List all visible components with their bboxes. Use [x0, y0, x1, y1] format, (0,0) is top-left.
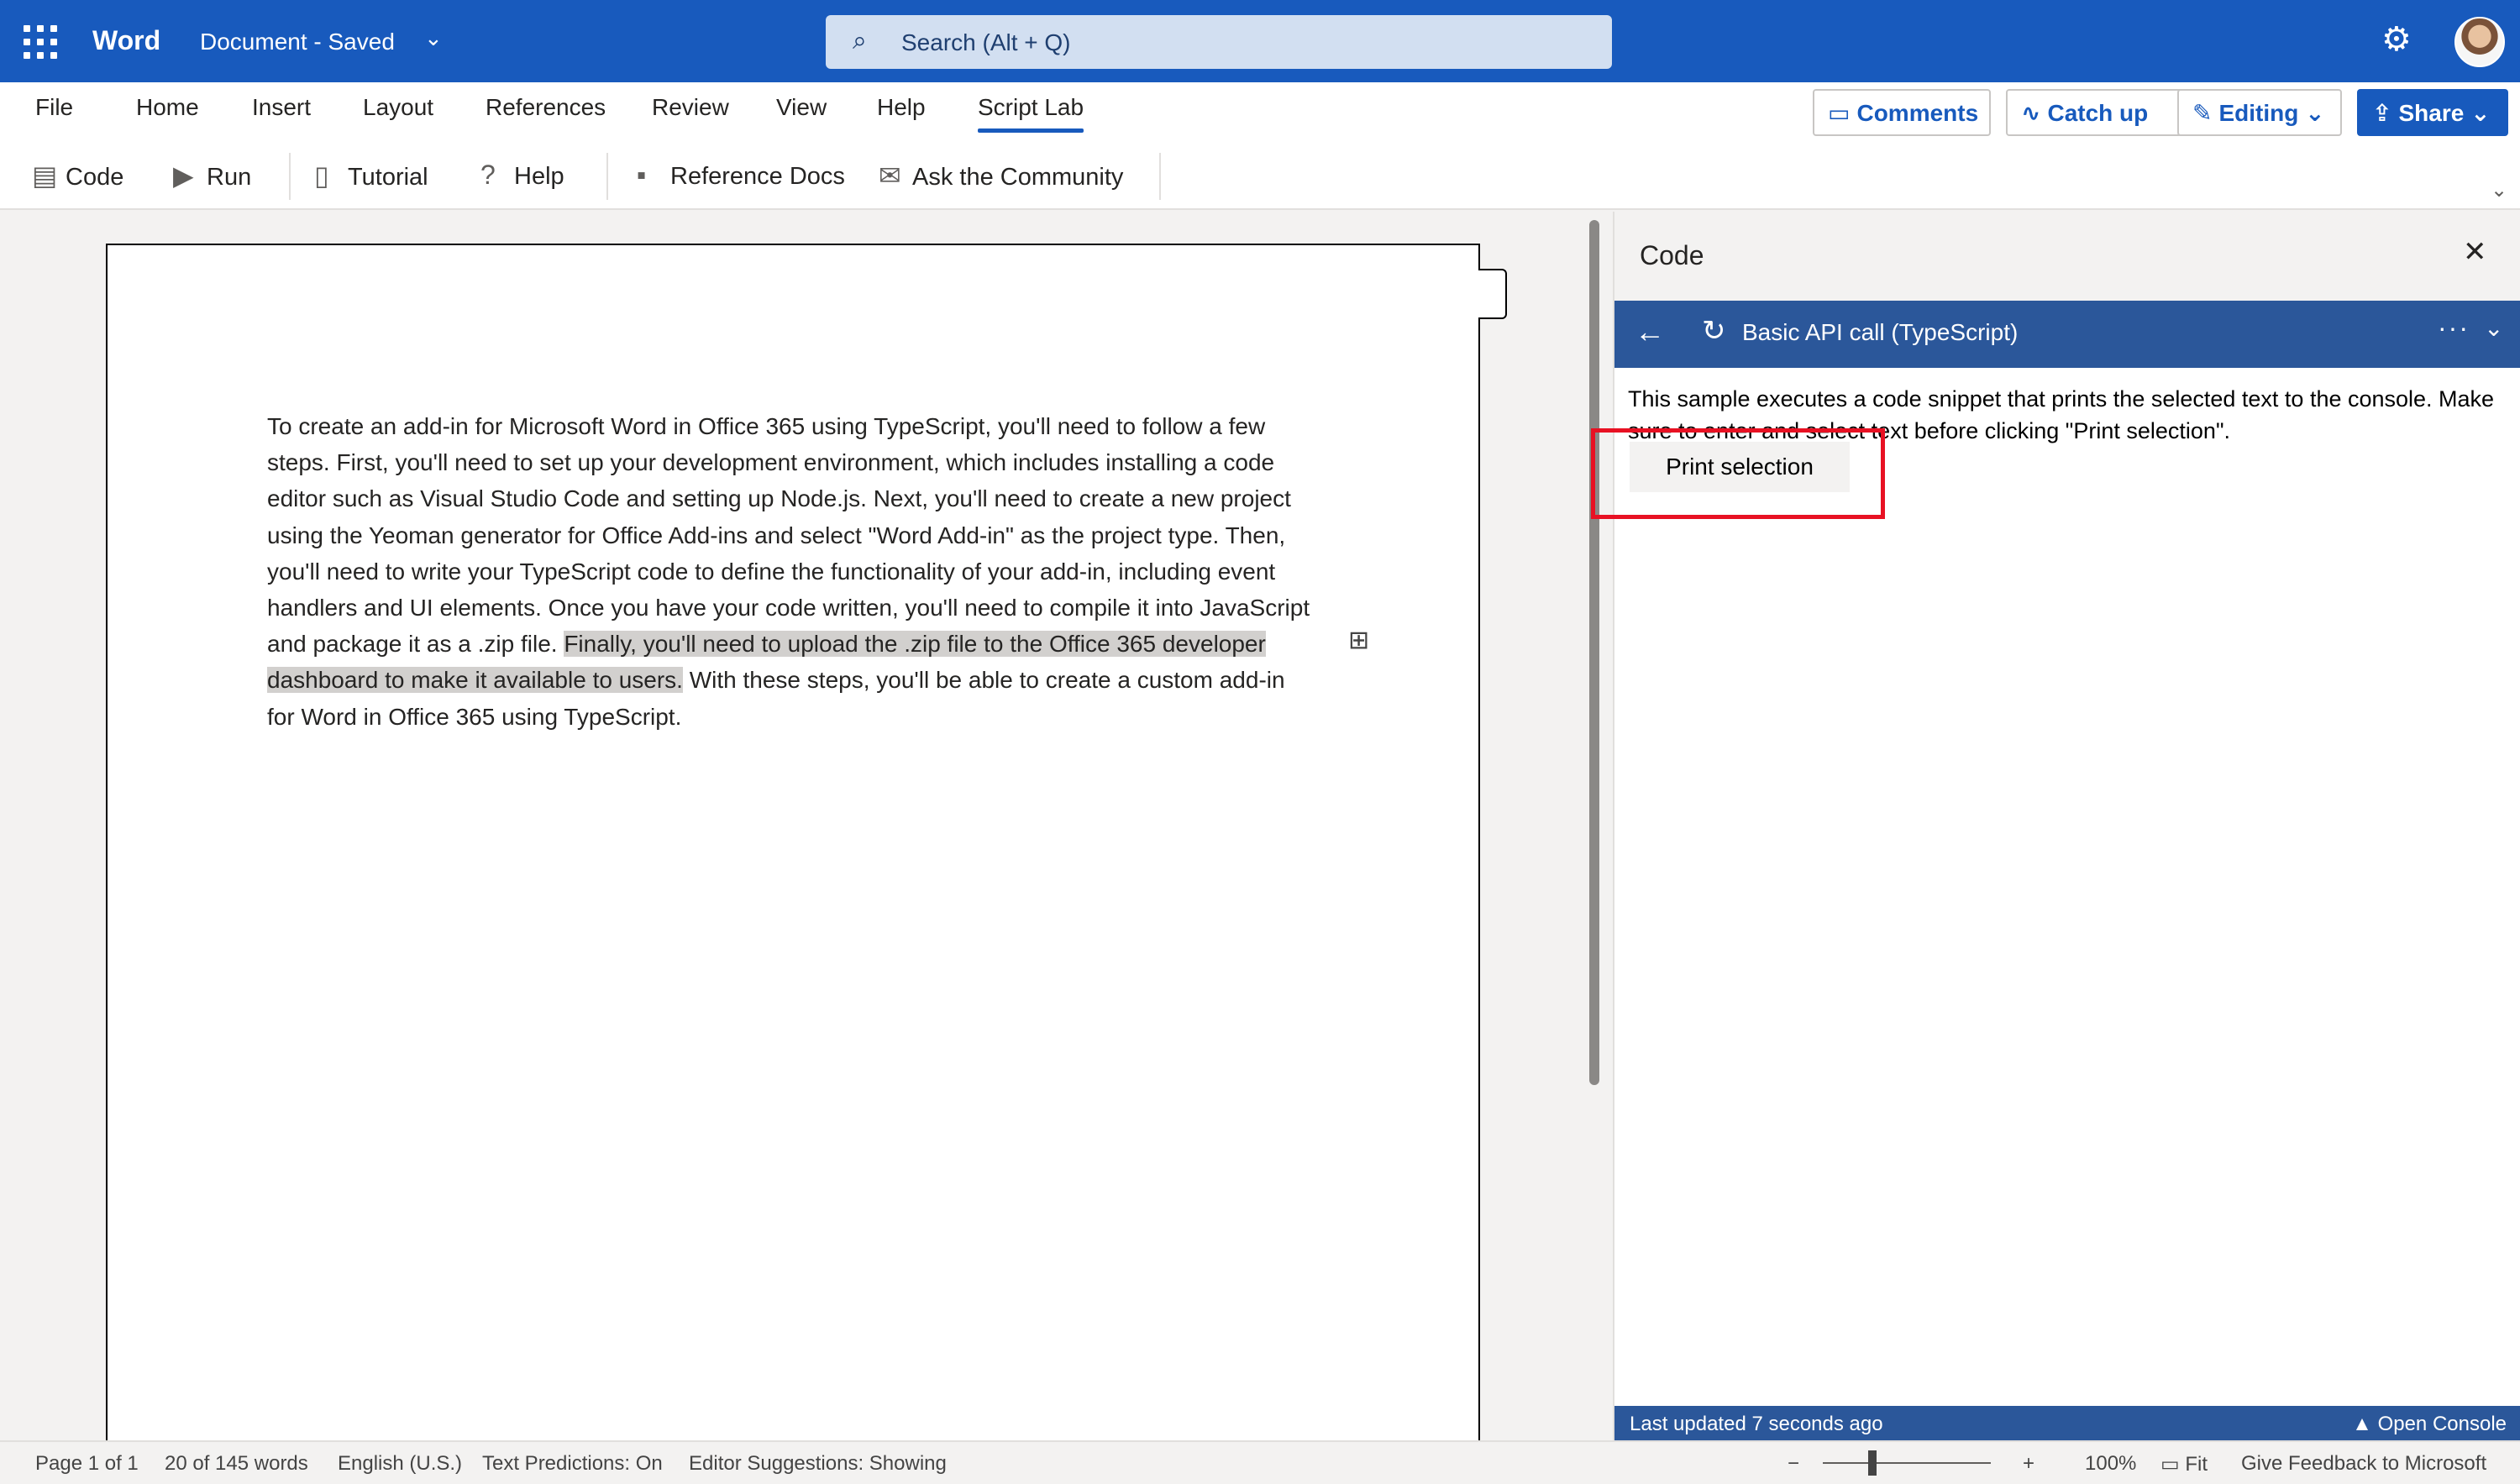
help-label: Help — [514, 163, 564, 190]
chevron-up-icon: ▲ — [2352, 1413, 2378, 1435]
collapse-ribbon-icon[interactable]: ⌄ — [2491, 178, 2507, 202]
fit-icon: ▭ — [2160, 1453, 2186, 1476]
code-icon: ▤ — [32, 160, 58, 191]
close-icon[interactable]: ✕ — [2463, 235, 2487, 269]
help-icon: ? — [480, 160, 496, 190]
reference-docs-label: Reference Docs — [670, 163, 845, 190]
comments-label: Comments — [1856, 100, 1979, 126]
app-name[interactable]: Word — [92, 25, 160, 56]
share-label: Share — [2398, 100, 2465, 126]
zoom-level[interactable]: 100% — [2085, 1452, 2136, 1476]
last-updated-text: Last updated 7 seconds ago — [1630, 1413, 1883, 1435]
tutorial-button[interactable]: ▯ Tutorial — [314, 160, 428, 191]
document-body[interactable]: To create an add-in for Microsoft Word i… — [267, 408, 1317, 735]
book-icon: ▯ — [314, 160, 329, 191]
pencil-icon: ✎ — [2192, 100, 2213, 126]
tab-references[interactable]: References — [486, 94, 606, 121]
document-name[interactable]: Document - Saved — [200, 29, 395, 55]
back-arrow-icon[interactable]: ← — [1635, 314, 1665, 349]
avatar[interactable] — [2454, 17, 2505, 67]
feedback-link[interactable]: Give Feedback to Microsoft — [2241, 1452, 2486, 1476]
open-console-label: Open Console — [2377, 1413, 2507, 1435]
tab-view[interactable]: View — [776, 94, 827, 121]
ribbon: ▤ Code ▶ Run ▯ Tutorial ? Help ▪ Reference Do… — [0, 143, 2520, 210]
page-count[interactable]: Page 1 of 1 — [35, 1452, 139, 1476]
ask-community-label: Ask the Community — [912, 164, 1124, 191]
plus-icon[interactable]: + — [2023, 1452, 2034, 1476]
run-button[interactable]: ▶ Run — [173, 160, 251, 191]
editing-label: Editing — [2218, 100, 2299, 126]
word-count[interactable]: 20 of 145 words — [165, 1452, 308, 1476]
tab-review[interactable]: Review — [652, 94, 729, 121]
search-icon: ⌕ — [853, 27, 867, 55]
fit-button[interactable]: ▭ Fit — [2160, 1452, 2208, 1476]
tab-home[interactable]: Home — [136, 94, 199, 121]
comments-button[interactable]: ▭ Comments — [1813, 89, 1991, 136]
ribbon-divider — [289, 153, 291, 200]
tab-script-lab[interactable]: Script Lab — [978, 94, 1084, 133]
catch-up-button[interactable]: ∿ Catch up — [2006, 89, 2187, 136]
help-button[interactable]: ? Help — [480, 160, 564, 191]
comment-icon[interactable]: ⊞ — [1348, 626, 1369, 655]
text-predictions[interactable]: Text Predictions: On — [482, 1452, 663, 1476]
pane-footer: Last updated 7 seconds ago ▲ Open Consol… — [1614, 1406, 2520, 1440]
zoom-slider-thumb[interactable] — [1868, 1450, 1877, 1476]
document-text: To create an add-in for Microsoft Word i… — [267, 413, 1310, 658]
code-label: Code — [66, 164, 124, 191]
ask-community-button[interactable]: ✉ Ask the Community — [879, 160, 1123, 191]
comment-icon: ▭ — [1828, 100, 1851, 126]
language[interactable]: English (U.S.) — [338, 1452, 462, 1476]
vertical-scrollbar[interactable] — [1589, 220, 1599, 1085]
pane-title: Code — [1640, 240, 1704, 270]
ribbon-divider — [1159, 153, 1161, 200]
share-button[interactable]: ⇪ Share ⌄ — [2357, 89, 2508, 136]
fit-label: Fit — [2185, 1453, 2208, 1476]
open-console-button[interactable]: ▲ Open Console — [2352, 1413, 2507, 1436]
pane-header: Code ✕ — [1614, 212, 2520, 301]
run-label: Run — [207, 164, 252, 191]
highlight-box — [1591, 428, 1885, 519]
code-button[interactable]: ▤ Code — [32, 160, 123, 191]
share-icon: ⇪ — [2372, 100, 2392, 126]
zoom-slider[interactable] — [1823, 1462, 1991, 1464]
chevron-down-icon: ⌄ — [2470, 100, 2491, 126]
snippet-bar: ← ↻ Basic API call (TypeScript) ··· ⌄ — [1614, 301, 2520, 368]
minus-icon[interactable]: − — [1788, 1452, 1799, 1476]
ribbon-divider — [606, 153, 608, 200]
gear-icon[interactable]: ⚙ — [2381, 20, 2412, 59]
reference-docs-button[interactable]: ▪ Reference Docs — [637, 160, 845, 191]
chevron-down-icon[interactable]: ⌄ — [424, 25, 443, 51]
chevron-down-icon: ⌄ — [2305, 100, 2325, 126]
run-icon: ▶ — [173, 160, 194, 191]
editor-suggestions[interactable]: Editor Suggestions: Showing — [689, 1452, 947, 1476]
editing-button[interactable]: ✎ Editing ⌄ — [2177, 89, 2342, 136]
tab-layout[interactable]: Layout — [363, 94, 433, 121]
chevron-down-icon[interactable]: ⌄ — [2484, 314, 2503, 342]
code-task-pane: Code ✕ ← ↻ Basic API call (TypeScript) ·… — [1613, 212, 2520, 1440]
tab-file[interactable]: File — [35, 94, 73, 121]
docs-icon: ▪ — [637, 160, 647, 190]
status-bar: Page 1 of 1 20 of 145 words English (U.S… — [0, 1440, 2520, 1484]
page-tab-marker — [1478, 269, 1507, 319]
waffle-icon[interactable] — [24, 25, 57, 59]
tutorial-label: Tutorial — [348, 164, 428, 191]
title-bar: Word Document - Saved ⌄ ⌕ Search (Alt + … — [0, 0, 2520, 82]
tab-help[interactable]: Help — [877, 94, 926, 121]
catch-up-label: Catch up — [2047, 100, 2149, 126]
community-icon: ✉ — [879, 160, 901, 191]
tab-insert[interactable]: Insert — [252, 94, 311, 121]
refresh-icon[interactable]: ↻ — [1702, 314, 1726, 348]
snippet-title: Basic API call (TypeScript) — [1742, 319, 2019, 345]
more-icon[interactable]: ··· — [2438, 312, 2470, 343]
search-placeholder: Search (Alt + Q) — [901, 29, 1071, 55]
activity-icon: ∿ — [2021, 100, 2041, 126]
search-box[interactable]: ⌕ Search (Alt + Q) — [826, 15, 1612, 69]
